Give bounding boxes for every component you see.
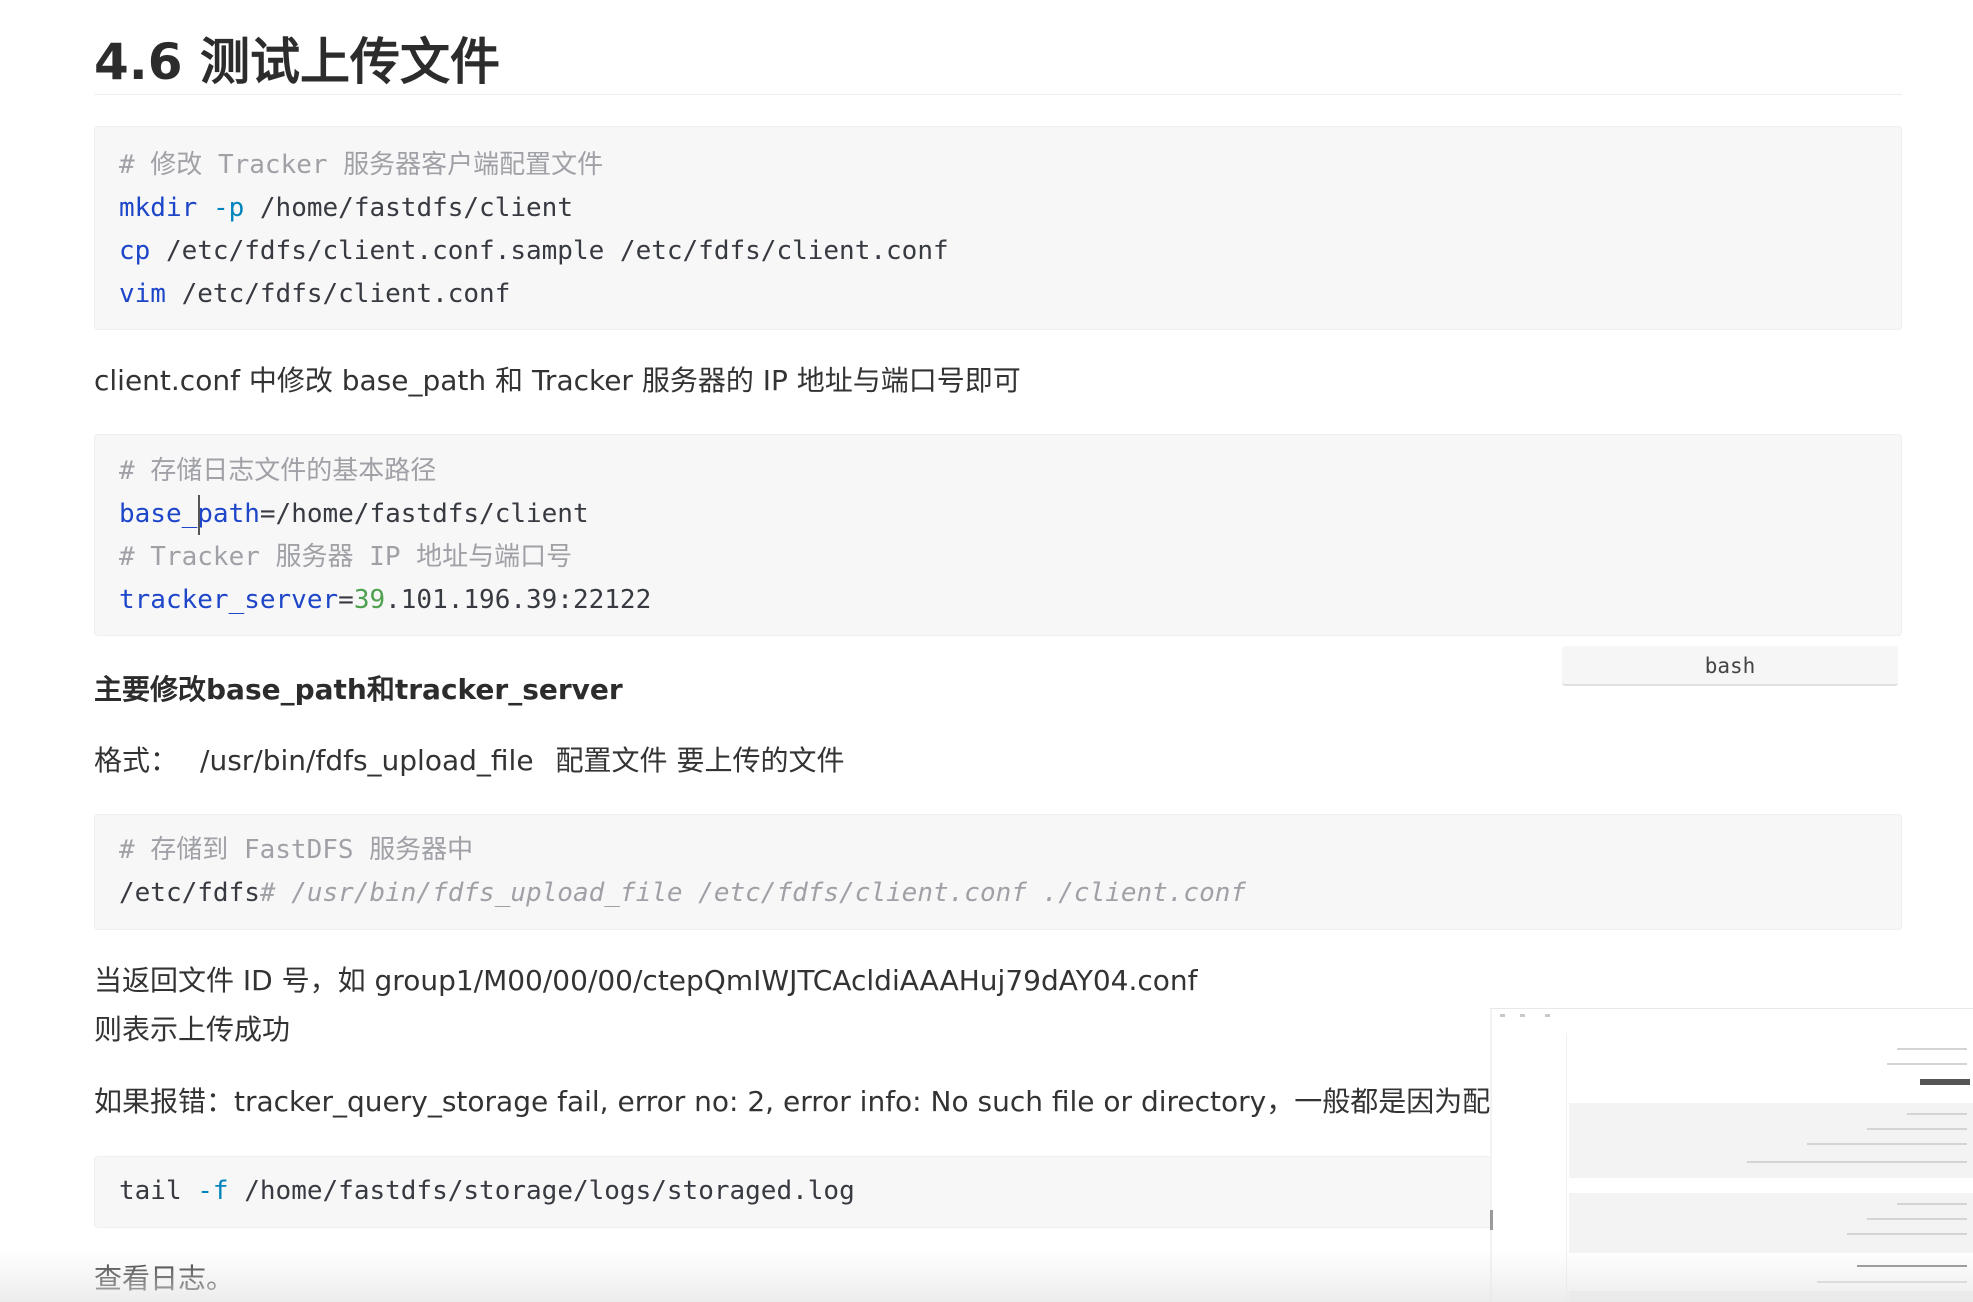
- scrollbar-thumb[interactable]: [1490, 1210, 1493, 1230]
- preview-text-line: [1857, 1265, 1967, 1267]
- text-cursor: [198, 495, 200, 535]
- preview-toolbar: [1490, 1008, 1973, 1017]
- paragraph-format: 格式： /usr/bin/fdfs_upload_file 配置文件 要上传的文件: [94, 739, 844, 783]
- code-line-upload: /etc/fdfs# /usr/bin/fdfs_upload_file /et…: [119, 872, 1877, 915]
- code-flag: -p: [212, 193, 245, 223]
- paragraph-view-log: 查看日志。: [94, 1262, 235, 1295]
- code-key: base_path: [119, 499, 260, 529]
- preview-text-line: [1907, 1113, 1967, 1115]
- preview-text-line: [1867, 1128, 1967, 1130]
- section-heading: 4.6 测试上传文件: [94, 33, 500, 91]
- code-argument: /home/fastdfs/storage/logs/storaged.log: [244, 1176, 855, 1206]
- code-line-vim: vim /etc/fdfs/client.conf: [119, 273, 1877, 316]
- code-key: tracker_server: [119, 585, 339, 615]
- preview-text-line: [1867, 1218, 1967, 1220]
- preview-text-line: [1887, 1063, 1967, 1065]
- code-equals: =: [338, 585, 354, 615]
- code-comment: # 修改 Tracker 服务器客户端配置文件: [119, 150, 604, 180]
- code-command: cp: [119, 236, 151, 266]
- code-number: 39: [353, 585, 386, 615]
- code-argument: /home/fastdfs/client: [259, 193, 573, 223]
- code-flag: -f: [197, 1176, 229, 1206]
- preview-text-line: [1897, 1048, 1967, 1050]
- paragraph-error: 如果报错：tracker_query_storage fail, error n…: [94, 1085, 1490, 1118]
- code-command: mkdir: [119, 193, 198, 223]
- paragraph-result-id: 当返回文件 ID 号，如 group1/M00/00/00/ctepQmIWJT…: [94, 964, 1198, 997]
- format-arguments: 配置文件 要上传的文件: [555, 744, 845, 777]
- preview-edge: [1490, 1008, 1492, 1302]
- shell-prompt: /etc/fdfs: [119, 878, 260, 908]
- code-command: tail: [119, 1176, 182, 1206]
- preview-code-block: [1569, 1193, 1973, 1253]
- code-language-tab[interactable]: bash: [1562, 646, 1898, 686]
- paragraph-result-success: 则表示上传成功: [94, 1013, 291, 1046]
- preview-heading: [1920, 1079, 1970, 1085]
- code-comment: # 存储日志文件的基本路径: [119, 456, 437, 486]
- preview-page: [1566, 1033, 1973, 1302]
- code-line-tracker-server: tracker_server=39.101.196.39:22122: [119, 579, 1877, 622]
- preview-control-dot[interactable]: [1520, 1014, 1525, 1017]
- preview-text-line: [1747, 1161, 1967, 1163]
- format-command: /usr/bin/fdfs_upload_file: [200, 744, 534, 777]
- preview-text-line: [1847, 1233, 1967, 1235]
- preview-text-line: [1807, 1143, 1967, 1145]
- code-value: =/home/fastdfs/client: [259, 499, 589, 529]
- code-command: vim: [119, 279, 166, 309]
- code-block-client-settings[interactable]: # 存储日志文件的基本路径 base_path=/home/fastdfs/cl…: [94, 434, 1902, 636]
- format-label: 格式：: [94, 744, 179, 777]
- code-upload-command: # /usr/bin/fdfs_upload_file /etc/fdfs/cl…: [259, 878, 1247, 908]
- code-argument: /etc/fdfs/client.conf.sample /etc/fdfs/c…: [165, 236, 949, 266]
- heading-divider: [94, 94, 1902, 95]
- code-block-upload[interactable]: # 存储到 FastDFS 服务器中 /etc/fdfs# /usr/bin/f…: [94, 814, 1902, 930]
- code-line-base-path: base_path=/home/fastdfs/client: [119, 493, 1877, 536]
- code-block-config-client[interactable]: # 修改 Tracker 服务器客户端配置文件 mkdir -p /home/f…: [94, 126, 1902, 330]
- code-line-mkdir: mkdir -p /home/fastdfs/client: [119, 187, 1877, 230]
- preview-control-dot[interactable]: [1545, 1014, 1550, 1017]
- code-comment: # Tracker 服务器 IP 地址与端口号: [119, 542, 573, 572]
- paragraph-client-conf: client.conf 中修改 base_path 和 Tracker 服务器的…: [94, 364, 1021, 397]
- preview-code-block: [1569, 1291, 1973, 1302]
- preview-text-line: [1897, 1203, 1967, 1205]
- code-comment: # 存储到 FastDFS 服务器中: [119, 835, 474, 865]
- document-preview-panel[interactable]: [1490, 1008, 1973, 1302]
- code-line-cp: cp /etc/fdfs/client.conf.sample /etc/fdf…: [119, 230, 1877, 273]
- preview-control-dot[interactable]: [1500, 1014, 1505, 1017]
- paragraph-main-changes: 主要修改base_path和tracker_server: [94, 673, 623, 706]
- preview-text-line: [1817, 1281, 1967, 1283]
- code-value: .101.196.39:22122: [385, 585, 652, 615]
- code-argument: /etc/fdfs/client.conf: [181, 279, 511, 309]
